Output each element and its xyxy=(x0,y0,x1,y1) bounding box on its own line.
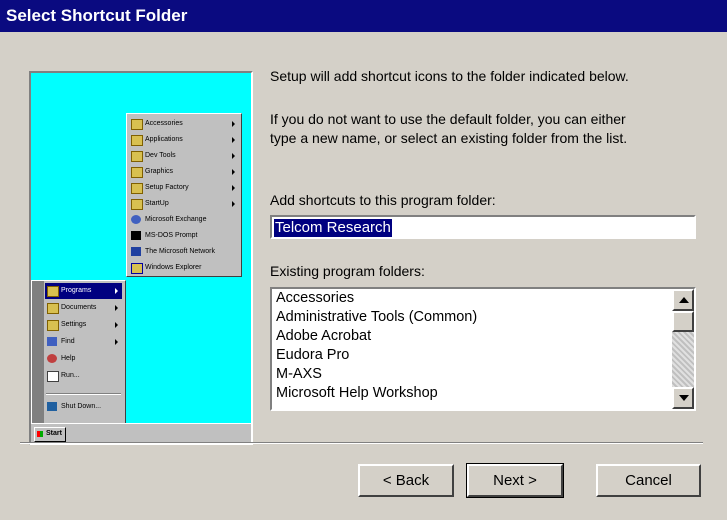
programs-menu-item: MS-DOS Prompt xyxy=(129,228,239,244)
back-button[interactable]: < Back xyxy=(358,464,454,497)
find-icon xyxy=(47,337,57,346)
submenu-arrow-icon xyxy=(232,153,235,159)
submenu-arrow-icon xyxy=(232,169,235,175)
list-item[interactable]: Accessories xyxy=(276,290,354,306)
taskbar: Start xyxy=(31,423,251,443)
list-item[interactable]: Administrative Tools (Common) xyxy=(276,309,477,325)
program-folder-input[interactable]: Telcom Research xyxy=(270,215,696,239)
programs-menu-item: Graphics xyxy=(129,164,239,180)
programs-menu-item: Microsoft Exchange xyxy=(129,212,239,228)
settings-icon xyxy=(47,320,59,331)
msn-icon xyxy=(131,247,141,256)
start-menu-item: Find xyxy=(45,334,122,350)
shutdown-icon xyxy=(47,402,57,411)
folder-icon xyxy=(131,199,143,210)
start-button: Start xyxy=(34,427,66,442)
scroll-down-button[interactable] xyxy=(672,387,694,409)
start-menu-sidebar xyxy=(32,281,44,423)
start-menu-item: Settings xyxy=(45,317,122,333)
folder-icon xyxy=(131,151,143,162)
scroll-thumb[interactable] xyxy=(672,311,694,332)
folder-icon xyxy=(131,183,143,194)
arrow-down-icon xyxy=(679,395,689,401)
submenu-arrow-icon xyxy=(115,322,118,328)
existing-folders-label: Existing program folders: xyxy=(270,263,425,279)
cancel-button[interactable]: Cancel xyxy=(596,464,701,497)
list-item[interactable]: M-AXS xyxy=(276,366,322,382)
start-menu-item: Run... xyxy=(45,368,122,384)
programs-menu-item: Dev Tools xyxy=(129,148,239,164)
start-menu-item: Shut Down... xyxy=(45,399,122,415)
submenu-arrow-icon xyxy=(232,201,235,207)
list-scrollbar[interactable] xyxy=(672,289,694,409)
list-item[interactable]: Adobe Acrobat xyxy=(276,328,371,344)
folder-icon xyxy=(131,167,143,178)
programs-menu-item: StartUp xyxy=(129,196,239,212)
submenu-arrow-icon xyxy=(115,288,118,294)
programs-menu-item: The Microsoft Network xyxy=(129,244,239,260)
start-menu-item: Documents xyxy=(45,300,122,316)
programs-menu-item: Accessories xyxy=(129,116,239,132)
submenu-arrow-icon xyxy=(115,305,118,311)
programs-submenu: Accessories Applications Dev Tools Graph… xyxy=(126,113,242,277)
start-menu-item: Help xyxy=(45,351,122,367)
folder-icon xyxy=(131,119,143,130)
scroll-up-button[interactable] xyxy=(672,289,694,311)
programs-menu-item: Applications xyxy=(129,132,239,148)
next-button[interactable]: Next > xyxy=(466,463,564,498)
help-icon xyxy=(47,354,57,363)
windows-flag-icon xyxy=(37,431,43,437)
list-item[interactable]: Eudora Pro xyxy=(276,347,349,363)
intro-line-2b: type a new name, or select an existing f… xyxy=(270,130,628,146)
explorer-icon xyxy=(131,263,143,274)
programs-menu-item: Windows Explorer xyxy=(129,260,239,276)
submenu-arrow-icon xyxy=(232,121,235,127)
msdos-icon xyxy=(131,231,141,240)
intro-line-2a: If you do not want to use the default fo… xyxy=(270,111,626,127)
start-menu-illustration: Accessories Applications Dev Tools Graph… xyxy=(29,71,253,445)
run-icon xyxy=(47,371,59,382)
start-menu-item: Programs xyxy=(45,283,122,299)
programs-icon xyxy=(47,286,59,297)
submenu-arrow-icon xyxy=(232,137,235,143)
program-folder-value: Telcom Research xyxy=(274,219,392,237)
folder-field-label: Add shortcuts to this program folder: xyxy=(270,192,496,208)
window-title: Select Shortcut Folder xyxy=(6,6,188,25)
button-separator xyxy=(20,442,703,444)
programs-menu-item: Setup Factory xyxy=(129,180,239,196)
intro-line-1: Setup will add shortcut icons to the fol… xyxy=(270,68,629,84)
title-bar: Select Shortcut Folder xyxy=(0,0,727,32)
start-menu-separator xyxy=(46,393,121,395)
folder-icon xyxy=(131,135,143,146)
arrow-up-icon xyxy=(679,297,689,303)
start-menu: Programs Documents Settings Find Help Ru… xyxy=(31,280,126,424)
documents-icon xyxy=(47,303,59,314)
exchange-icon xyxy=(131,215,141,224)
dialog-body: Accessories Applications Dev Tools Graph… xyxy=(0,32,727,520)
submenu-arrow-icon xyxy=(232,185,235,191)
submenu-arrow-icon xyxy=(115,339,118,345)
list-item[interactable]: Microsoft Help Workshop xyxy=(276,385,438,401)
existing-folders-list[interactable]: Accessories Administrative Tools (Common… xyxy=(270,287,696,411)
